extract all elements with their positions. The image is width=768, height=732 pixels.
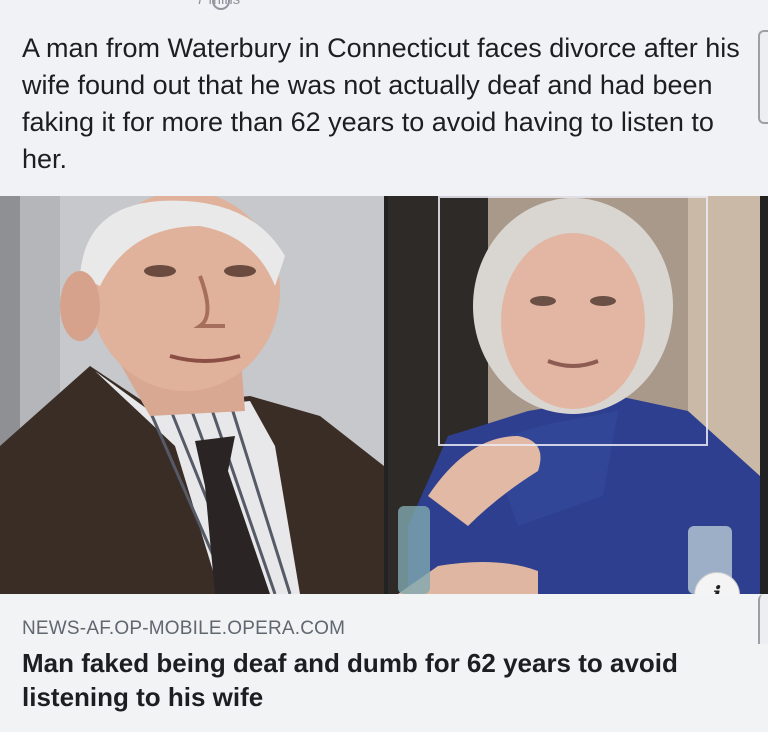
link-image[interactable] [0,196,768,594]
post-text: A man from Waterbury in Connecticut face… [22,33,740,174]
scrollbar[interactable] [758,30,768,124]
link-title[interactable]: Man faked being deaf and dumb for 62 yea… [22,646,752,714]
side-edge [758,594,768,644]
link-source: NEWS-AF.OP-MOBILE.OPERA.COM [22,618,346,639]
globe-icon [212,0,230,10]
woman-photo [388,196,760,594]
man-photo [0,196,384,594]
face-detection-box [438,196,708,446]
link-preview-card[interactable]: NEWS-AF.OP-MOBILE.OPERA.COM Man faked be… [0,594,768,732]
post-header-cut: 7 mins [0,0,768,14]
